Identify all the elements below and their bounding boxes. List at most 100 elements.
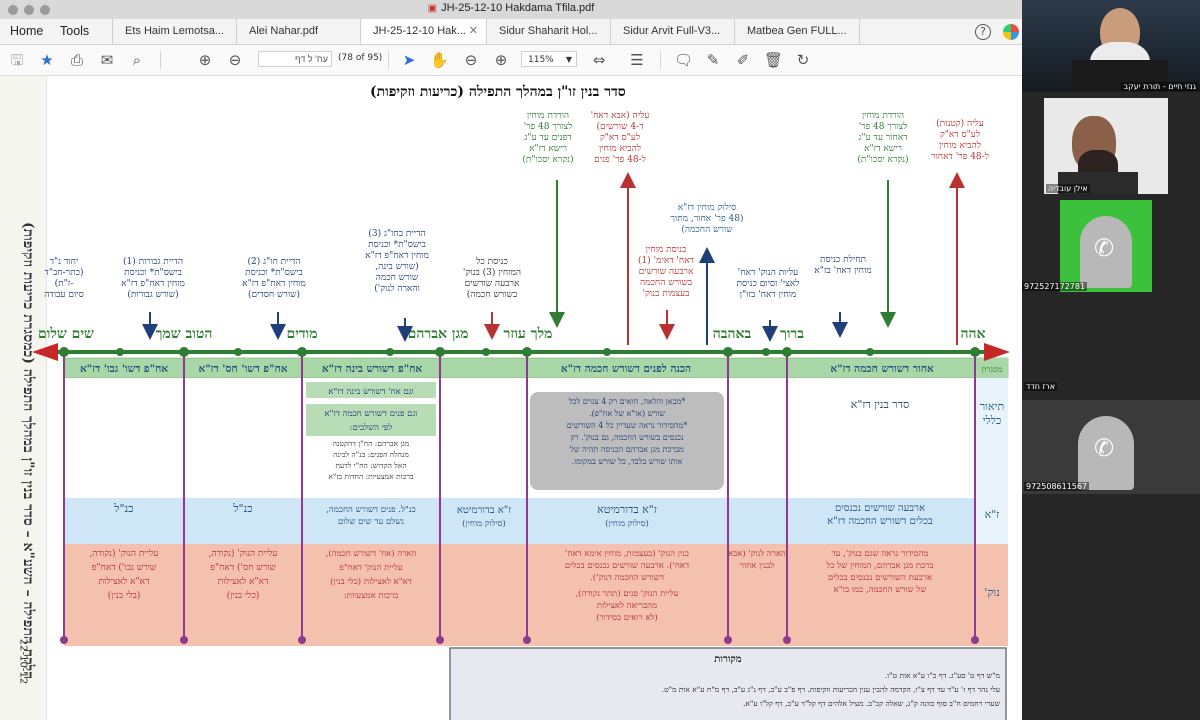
nuk-row-cell: מהסידור נראה שגם בנוק', עד [832, 549, 929, 559]
row-label: נוק' [984, 586, 999, 599]
grey-box-text: *מבאן והלאה, חואים רק 4 צגוים לכל [568, 397, 685, 406]
participant-tile[interactable]: אילן עובדיה [1044, 98, 1168, 194]
column-end-dot [971, 636, 979, 644]
timeline-station-dot [603, 348, 611, 356]
column-end-dot [60, 636, 68, 644]
general-row-cell: מנהלה הפנים: בנ"ה לבינה [333, 450, 409, 459]
nuk-row-cell: (בלי בנין) [108, 590, 141, 601]
mid-note: מוחין דאח' בזו"ן [740, 290, 796, 300]
column-end-dot [783, 636, 791, 644]
mid-note: הדיית חו"ג (2) [248, 256, 301, 267]
timeline-station-dot [723, 347, 733, 357]
mid-note: הדיית בחו"ג (3) [368, 228, 425, 239]
mid-note: בעצמות בנוק' [643, 289, 690, 299]
mid-note: בישס"ת* וכניסת [124, 268, 182, 278]
nuk-row-cell: לבנין אחור [740, 561, 774, 571]
frame-row-cell: הכנה לפנים דשורש חכמה דז"א [561, 363, 691, 375]
top-note: (נקרא יסכו"ת) [522, 154, 573, 165]
top-note: לע"ס דא"ק [940, 129, 980, 140]
station-label: הטוב שמך [156, 326, 213, 342]
participant-name: ארז חדד [1024, 382, 1058, 391]
phone-icon: ✆ [1094, 234, 1115, 262]
mid-note: (שורש בינה, [375, 261, 419, 272]
timeline-station-dot [782, 347, 792, 357]
top-note: ל-48 פר' פנים [594, 154, 646, 165]
timeline-station-dot [762, 348, 770, 356]
station-label: באהבה [713, 326, 752, 342]
pdf-viewer-window: ▣ JH-25-12-10 Hakdama Tfila.pdf Home Tool… [0, 0, 1022, 720]
phone-icon: ✆ [1094, 434, 1115, 462]
row-label: כללי [983, 414, 1002, 427]
mid-note: בישס"ת* וכניסת [368, 240, 426, 250]
participant-name: גנזי חיים - תורת יעקב [1121, 82, 1198, 91]
source-line: עלי נהר דף ז' ע"ד עד דף צ"ו, הקדמה להבין… [662, 685, 1000, 694]
top-note: ל-48 פר' דאחור [931, 151, 989, 162]
column-end-dot [523, 636, 531, 644]
row-label: מסגרת [982, 365, 1003, 374]
za-row-cell: כנ"ל. פנים דשורש החכמה, [326, 505, 416, 515]
top-note: לצורך 48 פר' [859, 121, 908, 132]
grey-box-text: נכנסים בשורש החכמה, גם בנוק'. רק [570, 433, 684, 442]
source-line: מ"ש דף ט' סע"ג. דף כ"ו ע"א אות ט"ו. [885, 671, 1001, 680]
video-panel: גנזי חיים - תורת יעקב אילן עובדיה ✆ 9725… [1022, 0, 1200, 720]
frame-row-cell: אח"פ דשו' גבו' דז"א [80, 363, 168, 375]
source-line: שערי רחמים ח"ב סוף כוונה ק"ג, שאלה קכ"ב.… [743, 699, 1001, 708]
top-note: (48 פר' אחור, מתוך [670, 213, 743, 224]
nuk-row-cell: ארבעת השורשים נכנסים בכלים [828, 573, 932, 583]
nuk-row-cell: עליית הנוק' דאח"פ [339, 563, 402, 573]
mid-note: לאצי' וסיום כניסת [737, 278, 800, 289]
mid-note: והארה לנוק') [374, 283, 420, 294]
grey-box-text: אותו שורש בלבד, כל שורש במקומו. [572, 457, 683, 466]
top-note: שורש החכמה) [681, 224, 733, 235]
station-label: ברוך [780, 326, 804, 342]
timeline-station-dot [116, 348, 124, 356]
participant-tile[interactable]: ✆ 972508611567 [1022, 400, 1200, 494]
mid-note: בשורש חכמה) [467, 289, 517, 300]
mid-note: יחוד נ"ד [50, 257, 79, 267]
mid-note: ארבעה שורשים [465, 279, 520, 289]
za-row-cell: ז"א בדורמיטא [597, 503, 657, 516]
grey-box-text: שורש (או"א של אח"פ). [589, 409, 665, 418]
timeline-station-dot [482, 348, 490, 356]
mid-note: הדיית גבורות (1) [123, 256, 183, 267]
participant-tile[interactable]: ✆ [1060, 200, 1152, 292]
nuk-row-band [64, 544, 1008, 646]
top-note: הורדת מוחין [527, 111, 569, 121]
mid-note: דאח' דאימ' (1) [638, 255, 694, 266]
nuk-row-cell: עליית הנוק' פנים (תתר נקודה), [575, 588, 678, 599]
green-box-text: לפי השלבים: [350, 423, 393, 433]
timeline-station-dot [179, 347, 189, 357]
nuk-row-cell: (לא רואים בסידור) [596, 612, 658, 623]
timeline-station-dot [59, 347, 69, 357]
top-note: דאחור עד ע"ג [858, 133, 907, 143]
nuk-row-cell: מהבריאה לאצילות [597, 601, 657, 611]
general-row-cell: האל הקדוש: הח"י לדעת [335, 461, 406, 470]
participant-name: 972508611567 [1024, 482, 1090, 491]
timeline-station-dot [970, 347, 980, 357]
nuk-row-cell: שורש גבו') דאח"פ [92, 562, 157, 573]
mid-note: ארבעה שורשים [639, 267, 694, 277]
nuk-row-cell: דא"א לאצילות [99, 576, 150, 587]
top-note: לע"ס דא"ק [600, 132, 640, 143]
nuk-row-cell: עליית הנוק' (נקודה, [209, 548, 278, 559]
green-box-text: וגם אח' דשורש בינה דז"א [328, 387, 413, 397]
top-note: להביא מוחין [599, 143, 641, 154]
row-label: ז"א [985, 508, 1000, 521]
green-box-text: וגם פנים דשורש חכמה דז"א [325, 409, 418, 419]
row-label: תיאור [980, 400, 1004, 413]
top-note: לצורך 48 פר' [524, 121, 573, 132]
participant-tile[interactable]: גנזי חיים - תורת יעקב [1022, 0, 1200, 92]
mid-note: תחילת כניסת [820, 254, 866, 265]
nuk-row-cell: (כלי בנין) [227, 590, 260, 601]
top-note: רישא דז"א [529, 144, 567, 154]
timeline-station-dot [386, 348, 394, 356]
station-label: מגן אברהם [408, 326, 469, 342]
participant-tile[interactable]: ארז חדד [1022, 300, 1200, 394]
sources-title: מקורות [714, 654, 741, 665]
column-end-dot [436, 636, 444, 644]
column-end-dot [298, 636, 306, 644]
timeline-station-dot [435, 347, 445, 357]
mid-note: עליות הנוק' דאח' [738, 267, 798, 278]
mid-note: מוחין דאח"פ דז"א [365, 251, 429, 261]
prayer-diagram: אהה ברוך באהבה מלך עוזר מגן אברהם מודים הטוב ש… [32, 110, 1010, 720]
